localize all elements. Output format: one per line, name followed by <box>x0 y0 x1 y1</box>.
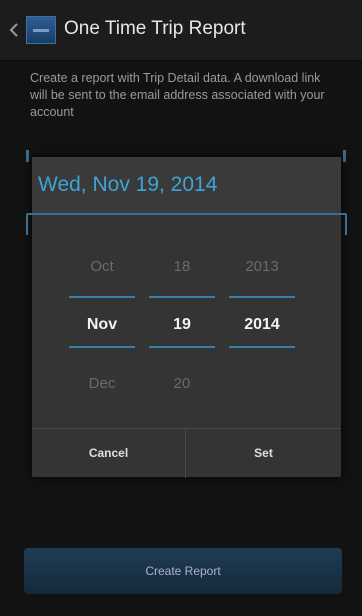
back-chevron-icon[interactable] <box>9 22 19 38</box>
month-prev[interactable]: Oct <box>69 258 135 275</box>
create-report-button[interactable]: Create Report <box>24 548 342 594</box>
report-date-input[interactable] <box>26 213 347 235</box>
day-prev[interactable]: 18 <box>149 258 215 275</box>
action-bar: One Time Trip Report <box>0 0 362 61</box>
intro-text: Create a report with Trip Detail data. A… <box>30 71 325 119</box>
app-logo-icon[interactable] <box>26 16 56 44</box>
month-selection-bottom-line <box>69 346 135 348</box>
day-next[interactable]: 20 <box>149 375 215 392</box>
set-button[interactable]: Set <box>186 429 341 478</box>
year-prev[interactable]: 2013 <box>229 258 295 275</box>
day-selected[interactable]: 19 <box>149 316 215 334</box>
year-selection-top-line <box>229 296 295 298</box>
dialog-selected-date: Wed, Nov 19, 2014 <box>38 173 218 196</box>
dialog-header: Wed, Nov 19, 2014 <box>32 157 341 213</box>
year-selected[interactable]: 2014 <box>229 316 295 334</box>
month-selection-top-line <box>69 296 135 298</box>
cancel-button[interactable]: Cancel <box>32 429 185 478</box>
date-picker-dialog: Wed, Nov 19, 2014 Oct Nov Dec 18 19 20 2… <box>26 157 347 478</box>
month-selected[interactable]: Nov <box>69 316 135 334</box>
month-next[interactable]: Dec <box>69 375 135 392</box>
page-title: One Time Trip Report <box>64 18 246 39</box>
day-selection-top-line <box>149 296 215 298</box>
dialog-button-bar: Cancel Set <box>32 428 341 478</box>
day-selection-bottom-line <box>149 346 215 348</box>
year-selection-bottom-line <box>229 346 295 348</box>
